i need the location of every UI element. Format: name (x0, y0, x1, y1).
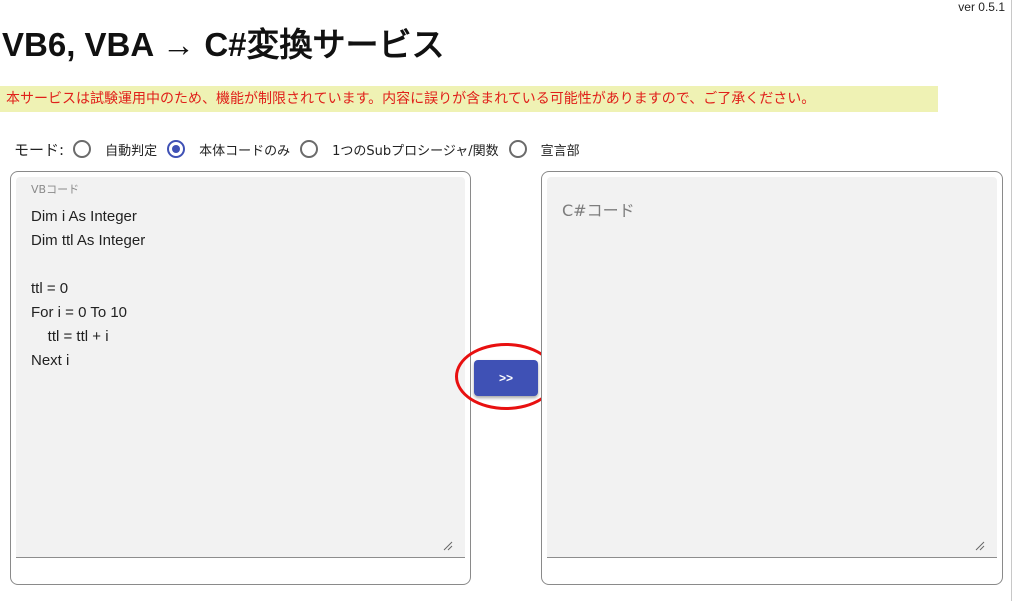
mode-option-auto[interactable]: 自動判定 (73, 140, 157, 159)
radio-button-body-only[interactable] (167, 140, 186, 158)
csharp-code-placeholder: C#コード (562, 201, 635, 220)
page-title: VB6, VBA → C#変換サービス (2, 26, 445, 63)
page: ver 0.5.1 VB6, VBA → C#変換サービス 本サービスは試験運用… (0, 0, 1012, 601)
csharp-code-textarea[interactable]: C#コード (547, 177, 997, 558)
mode-option-single-procedure[interactable]: 1つのSubプロシージャ/関数 (300, 140, 499, 159)
radio-button-auto[interactable] (73, 140, 92, 158)
mode-option-declarations[interactable]: 宣言部 (508, 140, 580, 159)
trial-notice: 本サービスは試験運用中のため、機能が制限されています。内容に誤りが含まれている可… (0, 86, 938, 112)
csharp-code-panel: C#コード (541, 171, 1003, 585)
mode-label: モード: (14, 140, 65, 159)
mode-option-body-only[interactable]: 本体コードのみ (167, 140, 290, 159)
radio-button-declarations[interactable] (508, 140, 527, 158)
resize-handle-icon[interactable] (975, 541, 985, 551)
mode-option-label: 1つのSubプロシージャ/関数 (332, 143, 499, 159)
version-label: ver 0.5.1 (958, 0, 1005, 14)
convert-button[interactable]: >> (474, 360, 538, 396)
radio-button-single-procedure[interactable] (300, 140, 319, 158)
mode-option-label: 本体コードのみ (199, 143, 291, 159)
mode-selector: モード: 自動判定 本体コードのみ 1つのSubプロシージャ/関数 宣言部 (14, 137, 590, 161)
vb-code-panel: VBコード Dim i As Integer Dim ttl As Intege… (10, 171, 471, 585)
mode-option-label: 自動判定 (105, 143, 158, 159)
vb-code-label: VBコード (31, 183, 80, 196)
vb-code-textarea[interactable]: VBコード Dim i As Integer Dim ttl As Intege… (16, 177, 465, 558)
vb-code-content[interactable]: Dim i As Integer Dim ttl As Integer ttl … (31, 205, 145, 373)
resize-handle-icon[interactable] (443, 541, 453, 551)
mode-option-label: 宣言部 (540, 143, 580, 159)
